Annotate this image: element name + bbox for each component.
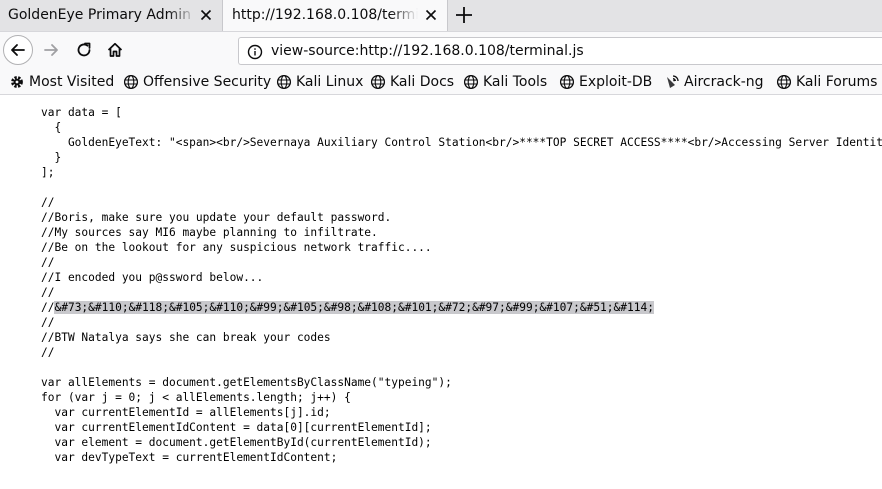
code-line: var allElements = document.getElementsBy… <box>41 376 452 389</box>
code-line: var data = [ <box>41 106 122 119</box>
tab-strip: GoldenEye Primary Admin Server http://19… <box>0 0 882 31</box>
code-line: GoldenEyeText: "<span><br/>Severnaya Aux… <box>41 136 882 149</box>
code-line: } <box>41 151 62 164</box>
info-icon[interactable] <box>247 44 263 60</box>
forward-button[interactable] <box>36 35 66 65</box>
back-arrow-icon <box>11 44 25 56</box>
bookmark-kali-tools[interactable]: Kali Tools <box>463 72 547 92</box>
home-icon <box>107 42 123 57</box>
globe-icon <box>123 74 139 90</box>
reload-button[interactable] <box>69 35 99 65</box>
code-line: ]; <box>41 166 55 179</box>
code-line: //Boris, make sure you update your defau… <box>41 211 392 224</box>
tab-goldeneye-admin[interactable]: GoldenEye Primary Admin Server <box>0 0 222 31</box>
bookmark-exploit-db[interactable]: Exploit-DB <box>559 72 652 92</box>
bookmark-offensive-security[interactable]: Offensive Security <box>123 72 271 92</box>
tab-title: http://192.168.0.108/terminal.js <box>232 7 418 23</box>
forward-arrow-icon <box>44 44 58 56</box>
tab-title: GoldenEye Primary Admin Server <box>8 7 196 23</box>
close-icon[interactable] <box>197 6 215 24</box>
code-line: var currentElementId = allElements[j].id… <box>41 406 331 419</box>
url-bar[interactable]: view-source:http://192.168.0.108/termina… <box>238 37 882 65</box>
code-line: //I encoded you p@ssword below... <box>41 271 264 284</box>
code-line: { <box>41 121 62 134</box>
code-line: // <box>41 316 55 329</box>
back-button[interactable] <box>3 35 33 65</box>
bookmark-label: Exploit-DB <box>579 74 653 90</box>
source-view: var data = [ { GoldenEyeText: "<span><br… <box>0 96 882 489</box>
code-line: // <box>41 256 55 269</box>
tab-terminal-js[interactable]: http://192.168.0.108/terminal.js <box>222 0 448 31</box>
code-line: //Be on the lookout for any suspicious n… <box>41 241 432 254</box>
code-line: // <box>41 196 55 209</box>
satellite-icon <box>667 75 679 88</box>
encoded-password-line[interactable]: //&#73;&#110;&#118;&#105;&#110;&#99;&#10… <box>41 300 654 315</box>
globe-icon <box>276 74 292 90</box>
globe-icon <box>370 74 386 90</box>
close-icon[interactable] <box>422 6 440 24</box>
reload-icon <box>77 42 91 57</box>
url-text: view-source:http://192.168.0.108/termina… <box>271 43 584 59</box>
bookmark-kali-linux[interactable]: Kali Linux <box>276 72 363 92</box>
code-line: var devTypeText = currentElementIdConten… <box>41 451 338 464</box>
bookmark-aircrack-ng[interactable]: Aircrack-ng <box>664 72 764 92</box>
code-line: // <box>41 286 55 299</box>
bookmark-most-visited[interactable]: Most Visited <box>9 72 114 92</box>
code-line: var element = document.getElementById(cu… <box>41 436 432 449</box>
bookmark-kali-forums[interactable]: Kali Forums <box>776 72 877 92</box>
bookmark-label: Kali Tools <box>483 74 548 90</box>
home-button[interactable] <box>100 35 130 65</box>
bookmark-label: Kali Docs <box>390 74 455 90</box>
code-line: //My sources say MI6 maybe planning to i… <box>41 226 378 239</box>
navigation-bar: view-source:http://192.168.0.108/termina… <box>0 31 882 69</box>
code-line: // <box>41 346 55 359</box>
bookmarks-toolbar: Most Visited Offensive Security Kali Lin… <box>0 69 882 95</box>
bookmark-label: Offensive Security <box>143 74 272 90</box>
code-line: var currentElementIdContent = data[0][cu… <box>41 421 432 434</box>
selected-encoded-password[interactable]: &#73;&#110;&#118;&#105;&#110;&#99;&#105;… <box>54 301 654 314</box>
globe-icon <box>559 74 575 90</box>
code-line: //BTW Natalya says she can break your co… <box>41 331 331 344</box>
bookmark-label: Kali Linux <box>296 74 364 90</box>
comment-prefix: // <box>41 301 55 314</box>
globe-icon <box>776 74 792 90</box>
code-line: for (var j = 0; j < allElements.length; … <box>41 391 351 404</box>
bookmark-label: Most Visited <box>29 74 115 90</box>
bookmark-label: Kali Forums <box>796 74 878 90</box>
globe-icon <box>463 74 479 90</box>
bookmark-label: Aircrack-ng <box>684 74 764 90</box>
plus-icon[interactable] <box>452 3 476 27</box>
gear-icon <box>11 76 23 88</box>
bookmark-kali-docs[interactable]: Kali Docs <box>370 72 454 92</box>
